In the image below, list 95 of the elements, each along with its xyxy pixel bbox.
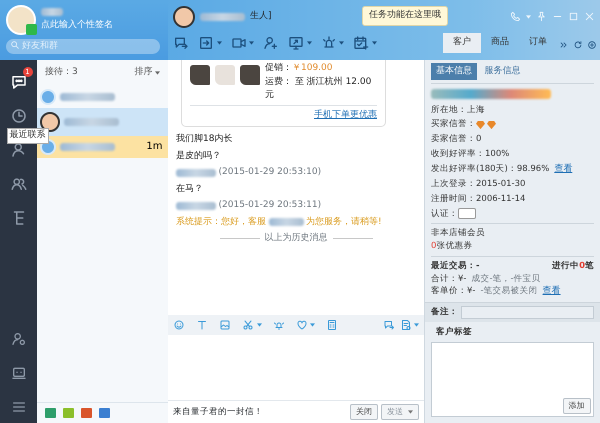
message-text: 是皮的吗？ — [176, 150, 222, 162]
add-tag-button[interactable]: 添加 — [562, 398, 590, 414]
blurred-contact-name — [60, 142, 115, 150]
view-link[interactable]: 查看 — [554, 162, 572, 176]
monitor-icon — [10, 365, 26, 381]
info-text: 发出好评率(180天)：98.96% — [431, 162, 550, 176]
image-icon[interactable] — [219, 319, 231, 331]
caret-icon[interactable] — [414, 323, 419, 327]
tooltip: 任务功能在这里哦 — [362, 6, 448, 26]
blurred-sender-name — [176, 202, 216, 210]
blurred-username — [41, 8, 63, 16]
refresh-icon[interactable] — [573, 40, 583, 50]
reception-count: 接待：3 — [45, 66, 78, 79]
note-field[interactable] — [460, 306, 594, 319]
info-tab[interactable]: 基本信息 — [431, 62, 477, 80]
caret-icon[interactable] — [256, 323, 262, 327]
caret-icon[interactable] — [216, 40, 222, 45]
add-person-icon[interactable] — [263, 34, 279, 51]
shipping-text: 运费： 至 浙江杭州 12.00 元 — [265, 76, 372, 102]
contact-avatar — [173, 6, 195, 28]
phone-icon[interactable] — [510, 11, 521, 22]
boot-image — [190, 64, 210, 84]
arrow-box-icon[interactable] — [198, 34, 214, 51]
tooltip: 最近联系 — [6, 128, 48, 144]
caret-icon[interactable] — [155, 70, 160, 75]
close-button[interactable]: 关闭 — [350, 404, 378, 420]
view-link[interactable]: 查看 — [542, 285, 561, 299]
tags-title: 客户标签 — [435, 326, 473, 338]
info-label: 买家信誉： — [431, 118, 476, 131]
message-text: 在马？ — [176, 182, 204, 196]
info-text: 卖家信誉：0 — [431, 133, 482, 146]
verified-badge-icon — [458, 208, 476, 220]
chat-arrow-icon[interactable] — [382, 319, 394, 331]
calculator-icon[interactable] — [326, 319, 338, 331]
caret-icon[interactable] — [310, 323, 315, 327]
caret-icon[interactable] — [306, 40, 312, 45]
maximize-icon[interactable] — [568, 11, 579, 22]
note-label: 备注： — [431, 306, 458, 319]
chat-bubble-icon — [10, 73, 28, 91]
closed-trades-text: -笔交易被关闭 — [480, 285, 538, 298]
boot-image — [240, 64, 260, 84]
blurred-contact-name — [60, 92, 115, 100]
heart-icon[interactable] — [296, 319, 308, 331]
contact-tag: 生人] — [250, 10, 272, 24]
chevron-double-icon[interactable] — [559, 40, 569, 50]
screen-share-icon[interactable] — [288, 34, 304, 51]
search-icon — [10, 40, 20, 50]
coupon-text: 0张优惠券 — [431, 240, 474, 253]
contact-avatar — [40, 88, 56, 104]
person-settings-icon — [10, 331, 26, 347]
message-text: 我们脚18内长 — [176, 133, 234, 146]
caret-icon[interactable] — [249, 40, 254, 45]
system-notice: 系统提示：您好，客服 — [176, 216, 266, 228]
membership-text: 非本店铺会员 — [431, 227, 486, 240]
system-notice: 为您服务，请稍等! — [306, 216, 382, 228]
blurred-contact-name — [200, 12, 245, 20]
info-text: 注册时间：2006-11-14 — [431, 192, 526, 206]
total-detail: 成交-笔，-件宝贝 — [471, 272, 541, 286]
calendar-check-icon[interactable] — [353, 34, 369, 51]
price-text: 促销：￥109.00 — [265, 62, 334, 75]
pin-icon[interactable] — [536, 11, 547, 22]
sort-dropdown[interactable]: 排序 — [134, 66, 160, 80]
total-text: 合计：¥- — [431, 272, 466, 286]
last-active-time: 1m — [146, 140, 162, 154]
info-tab[interactable]: 服务信息 — [480, 62, 526, 80]
plus-icon[interactable] — [587, 40, 597, 50]
avg-price-text: 客单价：¥- — [431, 285, 476, 298]
info-text: 收到好评率：100% — [431, 148, 510, 160]
panel-tab[interactable]: 订单 — [519, 33, 557, 52]
ongoing-count: 进行中 0笔 — [552, 260, 594, 272]
panel-tab[interactable]: 客户 — [443, 33, 481, 52]
blurred-sender-name — [176, 168, 216, 177]
chat-arrow-icon[interactable] — [173, 34, 189, 51]
info-text: 所在地：上海 — [431, 104, 485, 116]
blurred-account-name — [268, 218, 304, 226]
blurred-contact-name — [64, 118, 119, 126]
info-label: 认证： — [431, 208, 458, 220]
boot-image — [215, 64, 235, 84]
message-timestamp: (2015-01-29 20:53:11) — [218, 199, 322, 212]
mobile-order-link[interactable]: 手机下单更优惠 — [314, 110, 377, 120]
smiley-icon[interactable] — [173, 319, 185, 331]
history-divider-text: 以上为历史消息 — [264, 232, 328, 245]
caret-icon[interactable] — [372, 40, 376, 45]
message-timestamp: (2015-01-29 20:53:10) — [218, 166, 322, 179]
font-icon[interactable] — [196, 319, 208, 331]
scissors-icon[interactable] — [242, 319, 254, 331]
caret-icon[interactable] — [339, 40, 344, 45]
document-icon[interactable] — [400, 319, 412, 331]
recent-trade-label: 最近交易：- — [431, 260, 480, 272]
clock-icon — [10, 107, 28, 125]
footer-message: 来自量子君的一封信！ — [173, 406, 263, 418]
contact-avatar — [40, 112, 60, 132]
info-text: 上次登录：2015-01-30 — [431, 178, 526, 191]
close-icon[interactable] — [584, 11, 595, 22]
panel-tab[interactable]: 商品 — [481, 33, 519, 52]
